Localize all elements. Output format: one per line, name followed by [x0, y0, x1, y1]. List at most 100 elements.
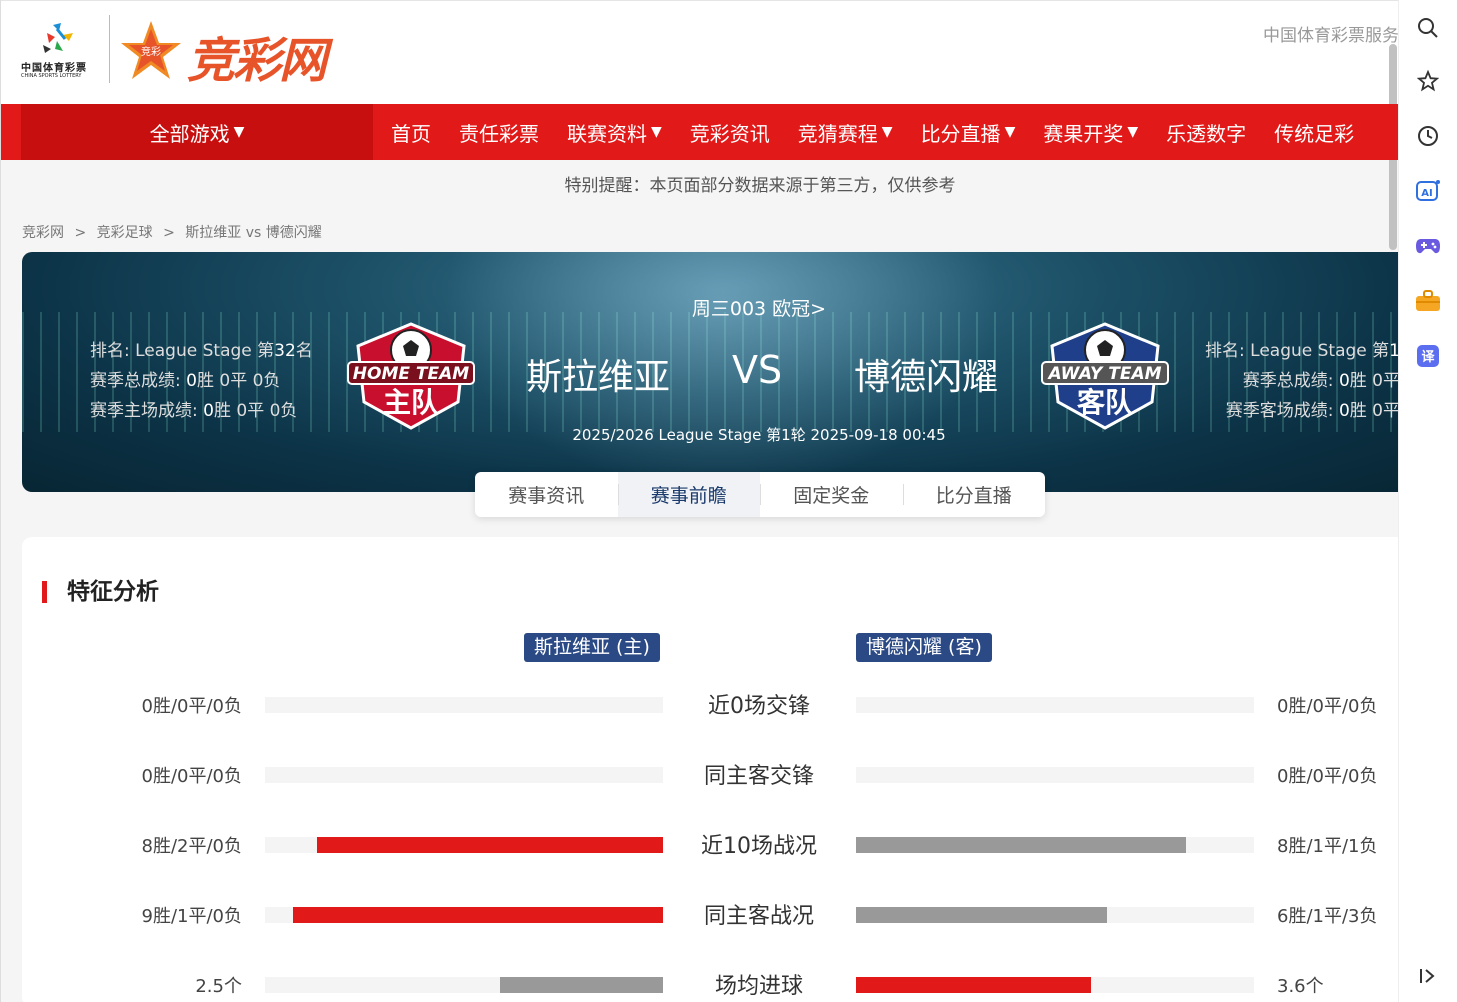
nav-item-2[interactable]: 联赛资料 ▼ — [553, 104, 676, 160]
home-bar-fill — [317, 837, 663, 853]
browser-sidebar: AI 译 — [1398, 0, 1457, 1002]
analysis-row: 2.5个 场均进球 3.6个 — [22, 965, 1398, 1002]
home-badge-main: 主队 — [383, 386, 440, 419]
home-bar-track — [265, 907, 663, 923]
logo-divider — [109, 15, 110, 83]
analysis-row: 0胜/0平/0负 同主客交锋 0胜/0平/0负 — [22, 755, 1398, 795]
home-home-record: 赛季主场成绩: 0胜 0平 0负 — [90, 401, 298, 421]
away-bar-fill — [856, 977, 1091, 993]
all-games-menu[interactable]: 全部游戏 ▼ — [21, 104, 373, 160]
home-bar-track — [265, 697, 663, 713]
away-bar-track — [856, 977, 1254, 993]
away-bar-fill — [856, 837, 1186, 853]
nav-item-0[interactable]: 首页 — [377, 104, 445, 160]
away-team-stats: 排名: League Stage 第1 赛季总成绩: 0胜 0平 赛季客场成绩:… — [1205, 336, 1398, 426]
away-bar-fill — [856, 907, 1107, 923]
tab-fixed-odds[interactable]: 固定奖金 — [760, 472, 903, 517]
nav-item-8[interactable]: 传统足彩 — [1260, 104, 1368, 160]
breadcrumb-home[interactable]: 竞彩网 — [22, 225, 64, 241]
match-league-link[interactable]: 周三003 欧冠> — [22, 294, 1398, 321]
home-rank: 排名: League Stage 第32名 — [90, 341, 313, 361]
home-bar-fill — [293, 907, 663, 923]
nav-item-label: 责任彩票 — [459, 121, 539, 146]
away-value: 3.6个 — [1277, 976, 1324, 997]
away-rank: 排名: League Stage 第1 — [1205, 341, 1398, 361]
nav-item-5[interactable]: 比分直播 ▼ — [907, 104, 1030, 160]
home-value: 9胜/1平/0负 — [141, 906, 243, 927]
away-season-record: 赛季总成绩: 0胜 0平 — [1242, 371, 1398, 391]
tab-match-news[interactable]: 赛事资讯 — [475, 472, 618, 517]
away-team-badge: AWAY TEAM 客队 — [1041, 322, 1169, 430]
analysis-row: 9胜/1平/0负 同主客战况 6胜/1平/3负 — [22, 895, 1398, 935]
home-value: 0胜/0平/0负 — [141, 766, 243, 787]
translate-icon[interactable]: 译 — [1414, 342, 1442, 370]
analysis-row: 8胜/2平/0负 近10场战况 8胜/1平/1负 — [22, 825, 1398, 865]
away-bar-track — [856, 697, 1254, 713]
nav-item-4[interactable]: 竞猜赛程 ▼ — [784, 104, 907, 160]
row-label: 同主客战况 — [703, 904, 814, 929]
jingcai-star-icon: 竞彩 — [121, 21, 181, 79]
jingcai-logo[interactable]: 竞彩 竞彩网 — [119, 19, 359, 89]
away-badge-main: 客队 — [1077, 386, 1134, 419]
analysis-card: 特征分析 斯拉维亚 (主) 博德闪耀 (客) 0胜/0平/0负 近0场交锋 0胜/0… — [22, 537, 1398, 1002]
away-bar-track — [856, 837, 1254, 853]
svg-text:AI: AI — [1421, 188, 1432, 199]
main-nav: 全部游戏 ▼ 首页 责任彩票 联赛资料 ▼ 竞彩资讯 竞猜赛程 ▼ 比分直播 ▼ 赛果开奖 ▼ 乐透数… — [1, 104, 1398, 160]
header: 中国体育彩票 CHINA SPORTS LOTTERY 竞彩 竞彩网 中国体育彩… — [1, 0, 1398, 104]
notice-banner: 特别提醒：本页面部分数据来源于第三方，仅供参考 — [564, 176, 956, 196]
history-icon[interactable] — [1414, 122, 1442, 150]
away-bar-track — [856, 907, 1254, 923]
nav-item-1[interactable]: 责任彩票 — [445, 104, 553, 160]
nav-item-3[interactable]: 竞彩资讯 — [676, 104, 784, 160]
row-label: 近10场战况 — [701, 834, 817, 859]
nav-item-label: 传统足彩 — [1274, 121, 1355, 146]
match-tabs: 赛事资讯 赛事前瞻 固定奖金 比分直播 — [475, 472, 1045, 517]
home-bar-track — [265, 767, 663, 783]
home-badge-label: HOME TEAM — [353, 364, 469, 384]
lottery-service-link[interactable]: 中国体育彩票服务 — [1263, 21, 1398, 46]
vs-label: VS — [732, 348, 783, 392]
away-away-record: 赛季客场成绩: 0胜 0平 — [1225, 401, 1398, 421]
away-value: 0胜/0平/0负 — [1277, 766, 1378, 787]
home-bar-track — [265, 977, 663, 993]
row-label: 场均进球 — [714, 974, 803, 999]
nav-item-7[interactable]: 乐透数字 — [1152, 104, 1260, 160]
chevron-down-icon: ▼ — [881, 124, 893, 140]
breadcrumb-separator: > — [163, 225, 175, 241]
home-team-name[interactable]: 斯拉维亚 — [526, 348, 670, 400]
away-value: 6胜/1平/3负 — [1277, 906, 1378, 927]
search-icon[interactable] — [1414, 14, 1442, 42]
briefcase-icon[interactable] — [1414, 287, 1442, 315]
nav-item-6[interactable]: 赛果开奖 ▼ — [1029, 104, 1152, 160]
breadcrumb-separator: > — [74, 225, 87, 241]
nav-item-label: 首页 — [391, 121, 431, 146]
home-value: 8胜/2平/0负 — [141, 836, 243, 857]
away-team-pill: 博德闪耀 (客) — [856, 633, 992, 662]
tab-live-score[interactable]: 比分直播 — [902, 472, 1046, 517]
star-icon[interactable] — [1414, 67, 1442, 95]
nav-item-label: 比分直播 — [920, 121, 1001, 146]
home-bar-track — [265, 837, 663, 853]
chevron-down-icon: ▼ — [233, 124, 245, 140]
row-label: 近0场交锋 — [708, 694, 810, 719]
breadcrumb-current: 斯拉维亚 vs 博德闪耀 — [185, 225, 322, 241]
collapse-icon[interactable] — [1414, 962, 1442, 990]
chevron-down-icon: ▼ — [651, 124, 662, 140]
away-badge-label: AWAY TEAM — [1046, 364, 1161, 384]
away-value: 8胜/1平/1负 — [1277, 836, 1378, 857]
section-title: 特征分析 — [42, 581, 159, 604]
jingcai-brand-text: 竞彩网 — [187, 33, 327, 89]
china-sports-lottery-logo[interactable]: 中国体育彩票 CHINA SPORTS LOTTERY — [19, 19, 103, 83]
all-games-label: 全部游戏 — [149, 121, 230, 146]
tab-match-preview[interactable]: 赛事前瞻 — [617, 472, 760, 517]
gamepad-icon[interactable] — [1414, 232, 1442, 260]
home-bar-fill — [500, 977, 663, 993]
breadcrumb-football[interactable]: 竞彩足球 — [97, 225, 153, 241]
row-label: 同主客交锋 — [703, 764, 814, 789]
away-team-name[interactable]: 博德闪耀 — [854, 348, 998, 400]
ai-icon[interactable]: AI — [1414, 177, 1442, 205]
nav-item-label: 竞猜赛程 — [797, 121, 878, 146]
nav-item-label: 联赛资料 — [567, 121, 647, 146]
home-team-pill: 斯拉维亚 (主) — [524, 633, 660, 662]
analysis-row: 0胜/0平/0负 近0场交锋 0胜/0平/0负 — [22, 685, 1398, 725]
